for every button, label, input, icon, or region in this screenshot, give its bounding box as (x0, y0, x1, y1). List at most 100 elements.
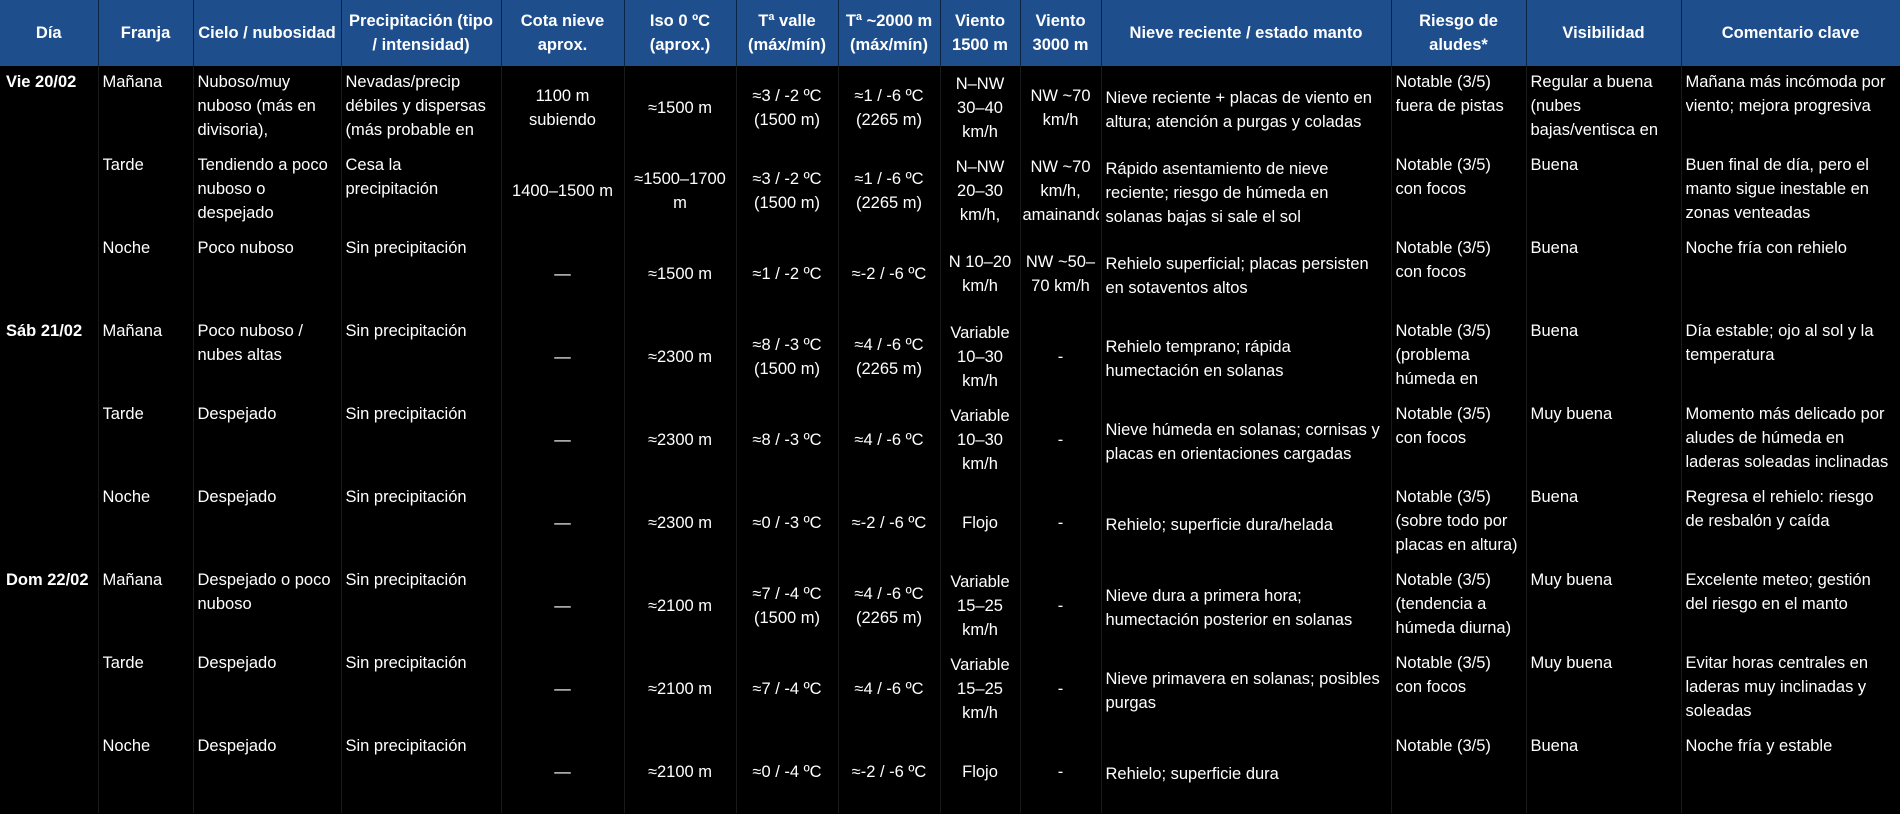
cell-riesgo-aludes: Notable (3/5) (problema húmeda en solana… (1391, 315, 1527, 398)
cell-comentario: Evitar horas centrales en laderas muy in… (1681, 647, 1900, 730)
table-row: Sáb 21/02 Mañana Poco nuboso / nubes altas… (0, 315, 1900, 398)
cell-viento-1500: N–NW 20–30 km/h, amainando (940, 149, 1021, 232)
cell-cota-nieve: 1400–1500 m (501, 149, 625, 232)
cell-riesgo-aludes-text: Notable (3/5) (1395, 737, 1491, 755)
cell-viento-1500: Variable 10–30 km/h (940, 315, 1021, 398)
cell-t-2000: ≈-2 / -6 ºC (838, 232, 941, 315)
cell-visibilidad-text: Buena (1530, 156, 1579, 174)
cell-cota-nieve: — (501, 481, 625, 564)
cell-franja-text: Mañana (102, 73, 163, 91)
header-franja: Franja (98, 0, 194, 66)
cell-nieve-manto-text: Rápido asentamiento de nieve reciente; r… (1105, 159, 1329, 226)
cell-franja-text: Mañana (102, 571, 163, 589)
cell-precipitacion: Sin precipitación (341, 730, 502, 813)
cell-franja-text: Noche (102, 488, 151, 506)
cell-cielo-text: Despejado (197, 654, 277, 672)
cell-t-valle: ≈8 / -3 ºC (736, 398, 839, 481)
cell-t-valle: ≈7 / -4 ºC (736, 647, 839, 730)
cell-t-valle-text: ≈3 / -2 ºC (1500 m) (752, 86, 822, 129)
cell-iso0-text: ≈2300 m (647, 347, 713, 366)
cell-visibilidad: Muy buena (1526, 647, 1682, 730)
cell-dia (0, 730, 99, 813)
cell-iso0-text: ≈2100 m (647, 679, 713, 698)
cell-iso0: ≈1500 m (624, 232, 737, 315)
table-row: Dom 22/02 Mañana Despejado o poco nuboso Si… (0, 564, 1900, 647)
cell-t-2000: ≈4 / -6 ºC (2265 m) (838, 315, 941, 398)
cell-nieve-manto-text: Rehielo temprano; rápida humectación en … (1105, 337, 1291, 380)
cell-t-valle: ≈3 / -2 ºC (1500 m) (736, 66, 839, 149)
cell-precipitacion-text: Sin precipitación (345, 737, 467, 755)
cell-franja: Mañana (98, 66, 194, 149)
cell-cielo: Despejado (193, 481, 342, 564)
cell-t-valle-text: ≈0 / -3 ºC (752, 513, 822, 532)
cell-viento-1500-text: N–NW 20–30 km/h, amainando (955, 157, 1005, 224)
cell-precipitacion-text: Sin precipitación (345, 322, 467, 340)
cell-dia (0, 232, 99, 315)
cell-viento-1500-text: Variable 15–25 km/h (950, 655, 1010, 722)
cell-franja-text: Tarde (102, 405, 144, 423)
header-visibilidad: Visibilidad (1526, 0, 1682, 66)
cell-cota-nieve-text: 1400–1500 m (512, 181, 613, 200)
cell-iso0-text: ≈2300 m (647, 430, 713, 449)
cell-precipitacion: Sin precipitación (341, 481, 502, 564)
cell-dia-text: Dom 22/02 (6, 571, 89, 589)
cell-viento-3000-text: NW ~50–70 km/h (1025, 252, 1096, 295)
cell-t-valle-text: ≈0 / -4 ºC (752, 762, 822, 781)
cell-comentario: Buen final de día, pero el manto sigue i… (1681, 149, 1900, 232)
table-row: Noche Despejado Sin precipitación — ≈2300 m ≈… (0, 481, 1900, 564)
cell-dia (0, 149, 99, 232)
cell-viento-1500-text: Flojo (962, 513, 998, 532)
cell-franja-text: Noche (102, 737, 151, 755)
cell-cota-nieve: — (501, 564, 625, 647)
header-viento-3000: Viento 3000 m (1020, 0, 1102, 66)
cell-precipitacion: Sin precipitación (341, 315, 502, 398)
table-row: Vie 20/02 Mañana Nuboso/muy nuboso (más en… (0, 66, 1900, 149)
cell-t-2000-text: ≈4 / -6 ºC (2265 m) (854, 584, 924, 627)
cell-precipitacion-text: Nevadas/precip débiles y dispersas (más … (345, 73, 486, 139)
cell-viento-3000-text: - (1057, 347, 1064, 366)
cell-franja: Mañana (98, 564, 194, 647)
cell-comentario-text: Evitar horas centrales en laderas muy in… (1685, 654, 1869, 720)
cell-nieve-manto: Rehielo; superficie dura (1101, 730, 1392, 813)
cell-t-2000: ≈4 / -6 ºC (838, 647, 941, 730)
cell-viento-3000-text: - (1057, 513, 1064, 532)
cell-franja: Tarde (98, 149, 194, 232)
cell-t-2000-text: ≈-2 / -6 ºC (851, 264, 927, 283)
cell-iso0: ≈2100 m (624, 647, 737, 730)
cell-iso0-text: ≈1500 m (647, 264, 713, 283)
cell-t-valle: ≈7 / -4 ºC (1500 m) (736, 564, 839, 647)
cell-iso0: ≈2300 m (624, 481, 737, 564)
cell-visibilidad: Muy buena (1526, 564, 1682, 647)
table-body: Vie 20/02 Mañana Nuboso/muy nuboso (más en… (0, 66, 1900, 813)
cell-franja: Tarde (98, 647, 194, 730)
cell-riesgo-aludes: Notable (3/5) con focos (1391, 398, 1527, 481)
cell-cielo-text: Despejado o poco nuboso (197, 571, 331, 613)
cell-precipitacion: Sin precipitación (341, 398, 502, 481)
cell-t-valle-text: ≈7 / -4 ºC (1500 m) (752, 584, 822, 627)
cell-franja: Mañana (98, 315, 194, 398)
cell-viento-3000: - (1020, 315, 1102, 398)
cell-precipitacion-text: Sin precipitación (345, 239, 467, 257)
cell-viento-1500-text: N 10–20 km/h (948, 252, 1012, 295)
cell-cielo: Tendiendo a poco nuboso o despejado (193, 149, 342, 232)
cell-franja-text: Noche (102, 239, 151, 257)
cell-iso0-text: ≈1500–1700 m (634, 169, 726, 212)
cell-nieve-manto-text: Rehielo; superficie dura (1105, 764, 1279, 783)
cell-nieve-manto-text: Nieve reciente + placas de viento en alt… (1105, 88, 1372, 131)
forecast-table: Día Franja Cielo / nubosidad Precipitaci… (0, 0, 1900, 813)
cell-precipitacion: Sin precipitación (341, 647, 502, 730)
cell-visibilidad-text: Buena (1530, 239, 1579, 257)
cell-comentario: Mañana más incómoda por viento; mejora p… (1681, 66, 1900, 149)
cell-viento-3000: NW ~50–70 km/h (1020, 232, 1102, 315)
cell-t-2000-text: ≈1 / -6 ºC (2265 m) (854, 169, 924, 212)
cell-viento-1500-text: Flojo (962, 762, 998, 781)
cell-precipitacion-text: Sin precipitación (345, 488, 467, 506)
cell-cota-nieve-text: — (554, 762, 571, 781)
cell-riesgo-aludes-text: Notable (3/5) con focos (1395, 239, 1491, 281)
cell-dia (0, 481, 99, 564)
cell-dia (0, 647, 99, 730)
cell-viento-1500: Flojo (940, 730, 1021, 813)
table-row: Noche Poco nuboso Sin precipitación — ≈1500 … (0, 232, 1900, 315)
cell-cota-nieve-text: — (554, 347, 571, 366)
cell-precipitacion-text: Sin precipitación (345, 654, 467, 672)
